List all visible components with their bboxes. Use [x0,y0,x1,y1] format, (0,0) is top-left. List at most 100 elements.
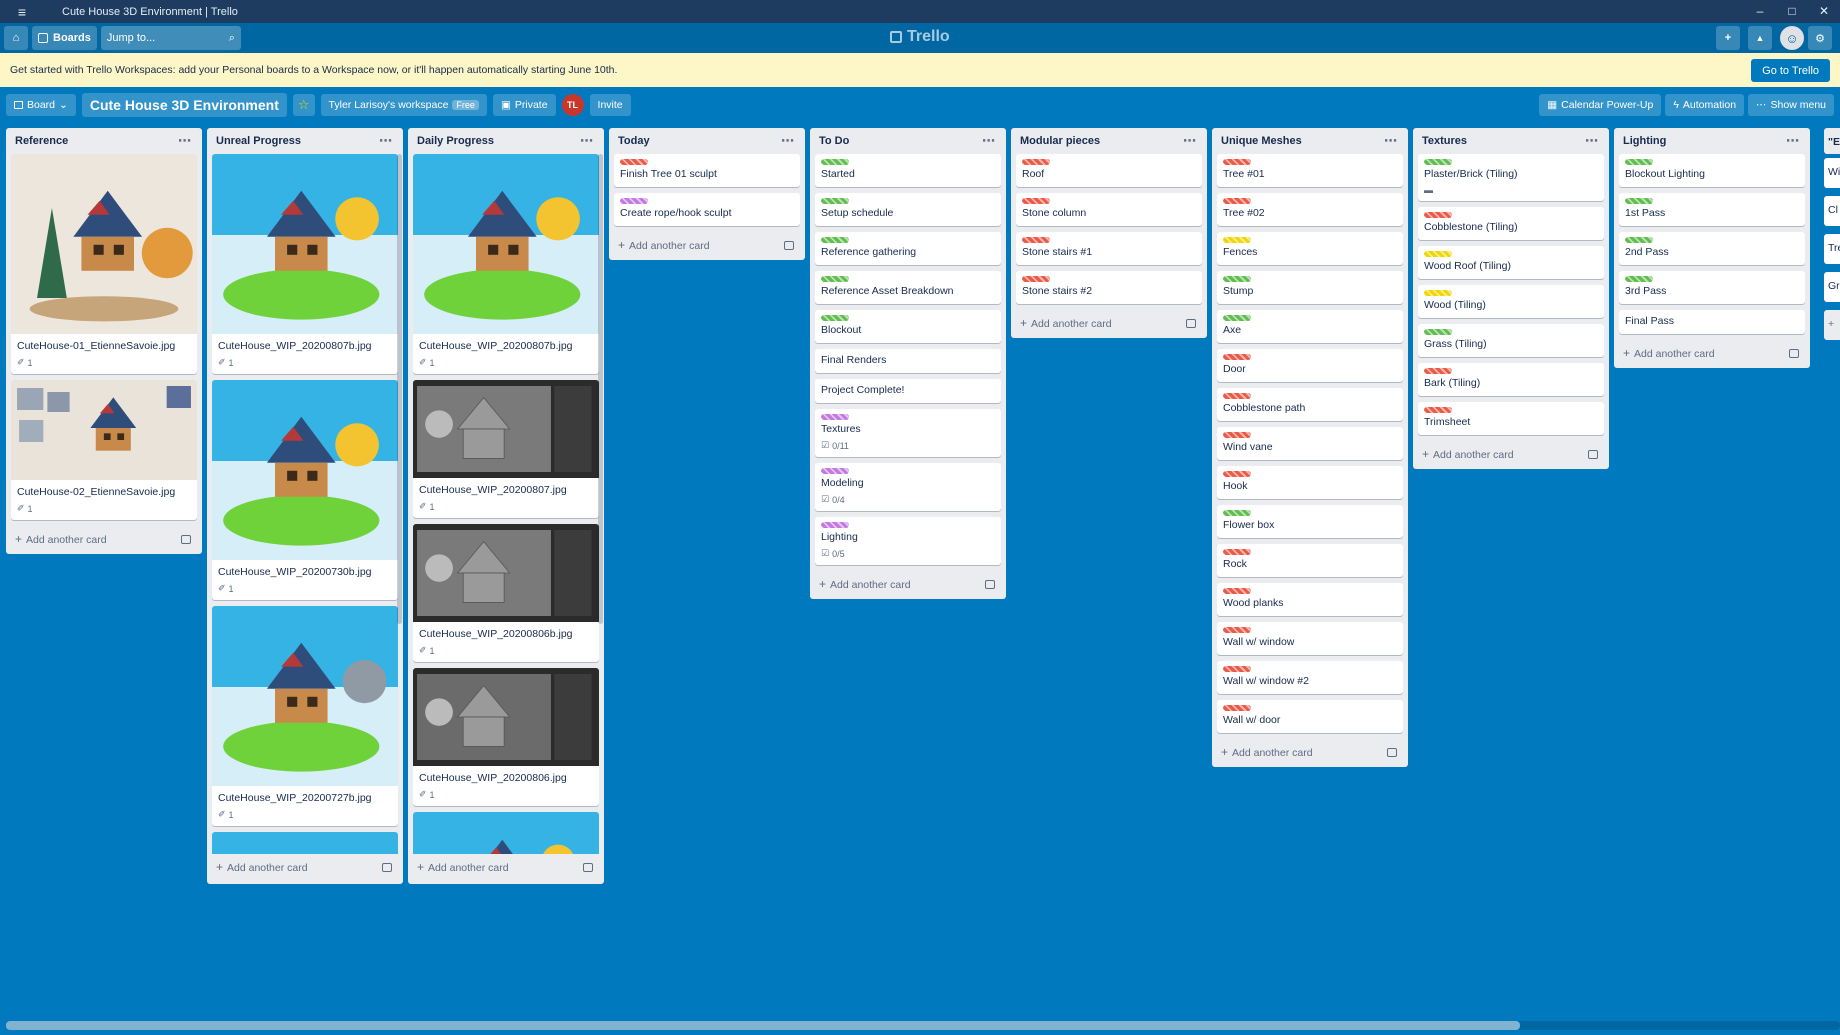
card[interactable]: Stump [1217,271,1403,304]
list-header[interactable]: Unreal Progress ⋯ [212,128,398,154]
card[interactable]: Blockout Lighting [1619,154,1805,187]
card-template-icon[interactable] [985,579,995,589]
board-horizontal-scrollbar[interactable] [6,1021,1840,1030]
list-reference[interactable]: Reference ⋯ CuteHouse-01_EtienneSavoie.jp… [6,128,202,554]
card-labels[interactable] [1223,510,1397,516]
settings-button[interactable]: ⚙ [1808,26,1832,50]
card[interactable]: Wall w/ window [1217,622,1403,655]
list-lighting[interactable]: Lighting ⋯ Blockout Lighting 1st Pass 2nd Pa… [1614,128,1810,368]
card-labels[interactable] [1022,159,1196,165]
boards-button[interactable]: Boards [32,26,97,50]
label-purple[interactable] [821,468,849,474]
label-red[interactable] [1022,159,1050,165]
list-title[interactable]: Textures [1422,135,1467,147]
go-to-trello-button[interactable]: Go to Trello [1751,59,1830,82]
card[interactable]: Trimsheet [1418,402,1604,435]
card-labels[interactable] [1223,549,1397,555]
label-red[interactable] [620,159,648,165]
card[interactable]: Stone stairs #2 [1016,271,1202,304]
label-purple[interactable] [821,522,849,528]
notifications-button[interactable]: ▲ [1748,26,1772,50]
card-labels[interactable] [821,522,995,528]
add-card-button[interactable]: + Add another card [212,854,398,880]
partial-add-card[interactable]: + [1824,310,1840,340]
card-labels[interactable] [1223,588,1397,594]
list-modular-pieces[interactable]: Modular pieces ⋯ Roof Stone column Stone sta… [1011,128,1207,338]
card-labels[interactable] [821,468,995,474]
card-labels[interactable] [1223,432,1397,438]
card[interactable] [413,812,599,854]
workspace-button[interactable]: Tyler Larisoy's workspace Free [320,94,487,116]
add-card-button[interactable]: + Add another card [11,526,197,552]
label-yellow[interactable] [1424,290,1452,296]
scrollbar-thumb[interactable] [6,1021,1520,1030]
label-red[interactable] [1223,627,1251,633]
label-red[interactable] [1223,588,1251,594]
list-menu-icon[interactable]: ⋯ [1585,133,1599,149]
list-vertical-scrollbar[interactable] [397,154,402,624]
card[interactable]: Hook [1217,466,1403,499]
card[interactable]: Reference Asset Breakdown [815,271,1001,304]
add-card-button[interactable]: + Add another card [413,854,599,880]
card[interactable]: CuteHouse_WIP_20200807b.jpg ✐ 1 [212,154,398,374]
card[interactable]: Modeling ☑ 0/4 [815,463,1001,511]
list-menu-icon[interactable]: ⋯ [781,133,795,149]
label-green[interactable] [821,237,849,243]
label-red[interactable] [1424,407,1452,413]
label-red[interactable] [1022,237,1050,243]
card-template-icon[interactable] [382,862,392,872]
card[interactable]: Cobblestone (Tiling) [1418,207,1604,240]
home-button[interactable]: ⌂ [4,26,28,50]
label-green[interactable] [1424,329,1452,335]
card-labels[interactable] [1223,471,1397,477]
list-header[interactable]: Reference ⋯ [11,128,197,154]
card-labels[interactable] [1625,159,1799,165]
card-labels[interactable] [1424,159,1598,165]
card[interactable]: Grass (Tiling) [1418,324,1604,357]
card[interactable]: Door [1217,349,1403,382]
list-header[interactable]: Today ⋯ [614,128,800,154]
label-green[interactable] [821,159,849,165]
card-labels[interactable] [1424,290,1598,296]
list-to-do[interactable]: To Do ⋯ Started Setup schedule Reference gat… [810,128,1006,599]
card[interactable]: Wall w/ window #2 [1217,661,1403,694]
card-labels[interactable] [1223,354,1397,360]
maximize-icon[interactable]: □ [1776,0,1808,23]
label-green[interactable] [1625,198,1653,204]
card[interactable]: CuteHouse_WIP_20200730b.jpg ✐ 1 [212,380,398,600]
card[interactable]: CuteHouse_WIP_20200807b.jpg ✐ 1 [413,154,599,374]
list-title[interactable]: Today [618,135,650,147]
search-input[interactable]: Jump to... ⌕ [100,26,241,50]
card[interactable]: Final Pass [1619,310,1805,334]
card-labels[interactable] [620,159,794,165]
show-menu-button[interactable]: ⋯ Show menu [1748,94,1834,116]
add-card-button[interactable]: + Add another card [614,232,800,258]
card-template-icon[interactable] [1186,318,1196,328]
label-green[interactable] [821,198,849,204]
create-button[interactable]: + [1716,26,1740,50]
card-labels[interactable] [1625,276,1799,282]
list-title[interactable]: Daily Progress [417,135,494,147]
card[interactable]: Cobblestone path [1217,388,1403,421]
label-red[interactable] [1223,666,1251,672]
close-icon[interactable]: ✕ [1808,0,1840,23]
card[interactable]: Stone column [1016,193,1202,226]
card[interactable]: Setup schedule [815,193,1001,226]
card[interactable]: CuteHouse_WIP_20200727b.jpg ✐ 1 [212,606,398,826]
label-red[interactable] [1223,393,1251,399]
label-red[interactable] [1223,159,1251,165]
card-labels[interactable] [821,159,995,165]
label-purple[interactable] [620,198,648,204]
card-labels[interactable] [821,414,995,420]
label-red[interactable] [1223,432,1251,438]
card-labels[interactable] [1424,407,1598,413]
list-menu-icon[interactable]: ⋯ [178,133,192,149]
card-labels[interactable] [1424,251,1598,257]
card[interactable]: Wood planks [1217,583,1403,616]
card-labels[interactable] [1223,276,1397,282]
label-green[interactable] [1424,159,1452,165]
label-red[interactable] [1022,198,1050,204]
card-labels[interactable] [1424,368,1598,374]
partial-card[interactable]: Tre [1824,234,1840,264]
list-menu-icon[interactable]: ⋯ [379,133,393,149]
